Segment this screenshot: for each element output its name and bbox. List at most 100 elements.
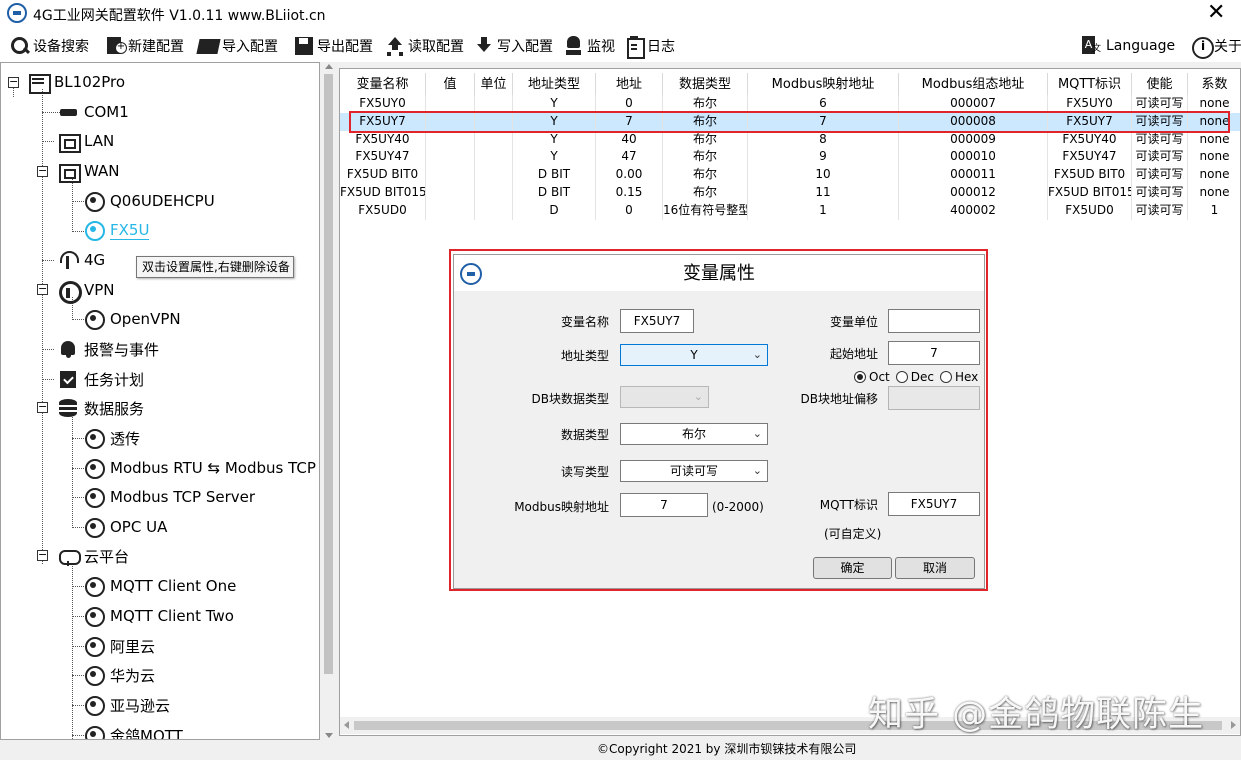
tree-node-mqtt-two[interactable]: MQTT Client Two (84, 603, 234, 629)
table-cell: FX5UD BIT015 (340, 184, 426, 202)
tree-node-aws[interactable]: 亚马逊云 (84, 692, 170, 718)
column-header[interactable]: Modbus组态地址 (899, 73, 1048, 97)
tree-line (42, 141, 54, 142)
table-row[interactable]: FX5UD BIT015 D BIT 0.15 布尔 11 000012 FX5UD BIT… (340, 184, 1240, 202)
tree-node-openvpn[interactable]: OpenVPN (84, 306, 181, 332)
tree-node-lan[interactable]: LAN (58, 128, 114, 154)
tree-line (72, 616, 84, 617)
collapse-toggle-icon[interactable]: − (37, 283, 48, 295)
column-header[interactable]: MQTT标识 (1048, 73, 1132, 97)
tree-line (72, 201, 84, 202)
collapse-toggle-icon[interactable]: − (8, 76, 19, 88)
cancel-button[interactable]: 取消 (895, 557, 975, 579)
table-cell: Y (513, 130, 596, 149)
scroll-down-arrow-icon[interactable] (325, 733, 333, 738)
table-cell: 布尔 (663, 148, 748, 167)
mqtt-id-input[interactable]: FX5UY7 (888, 492, 980, 516)
table-row[interactable]: FX5UD BIT0 D BIT 0.00 布尔 10 000011 FX5UD BIT0 可… (340, 166, 1240, 185)
clipboard-icon (623, 36, 645, 59)
tree-node-vpn[interactable]: VPN (58, 277, 115, 304)
collapse-toggle-icon[interactable]: − (37, 401, 48, 413)
tree-node-cloud[interactable]: 云平台 (58, 543, 129, 569)
write-config-button[interactable]: 写入配置 (473, 34, 553, 58)
table-cell: 8 (748, 130, 899, 149)
addr-type-select[interactable]: Y ⌄ (620, 344, 768, 366)
tree-node-opc-ua[interactable]: OPC UA (84, 514, 167, 540)
device-search-button[interactable]: 设备搜索 (9, 34, 89, 58)
chevron-down-icon: ⌄ (752, 427, 762, 440)
tree-node-jinge-mqtt[interactable]: 金鸽MQTT (84, 722, 183, 739)
info-icon (1190, 36, 1214, 59)
data-type-select[interactable]: 布尔 ⌄ (620, 423, 768, 445)
tree-node-aliyun[interactable]: 阿里云 (84, 633, 155, 659)
scroll-right-arrow-icon[interactable] (1231, 721, 1236, 729)
tree-line (72, 705, 84, 706)
table-cell: FX5UY47 (1048, 148, 1132, 167)
column-header[interactable]: 地址类型 (513, 73, 596, 97)
tree-node-modbus-rtu-tcp[interactable]: Modbus RTU ⇆ Modbus TCP (84, 455, 316, 481)
table-cell: none (1188, 166, 1240, 184)
rw-type-select[interactable]: 可读可写 ⌄ (620, 460, 768, 482)
column-header[interactable]: 变量名称 (340, 73, 426, 97)
new-config-button[interactable]: 新建配置 (104, 34, 184, 58)
var-unit-input[interactable] (888, 309, 980, 333)
tree-node-data-service[interactable]: 数据服务 (58, 395, 144, 421)
tree-scrollbar[interactable] (320, 62, 337, 740)
column-header[interactable]: Modbus映射地址 (748, 73, 899, 97)
scroll-up-arrow-icon[interactable] (325, 64, 333, 69)
log-button[interactable]: 日志 (623, 34, 675, 59)
radio-hex[interactable] (939, 371, 952, 383)
close-icon[interactable]: ✕ (1207, 0, 1225, 26)
column-header[interactable]: 数据类型 (663, 73, 748, 97)
scrollbar-thumb[interactable] (324, 74, 333, 674)
window-title: 4G工业网关配置软件 V1.0.11 www.BLiiot.cn (33, 8, 326, 24)
export-config-button[interactable]: 导出配置 (293, 34, 373, 58)
table-cell: 000010 (899, 148, 1048, 167)
tree-node-wan-q06udehcpu[interactable]: Q06UDEHCPU (84, 188, 215, 214)
table-cell (475, 148, 513, 167)
column-header[interactable]: 单位 (475, 73, 513, 97)
table-row[interactable]: FX5UY47 Y 47 布尔 9 000010 FX5UY47 可读可写 none (340, 148, 1240, 167)
monitor-button[interactable]: 监视 (563, 34, 615, 58)
start-addr-input[interactable]: 7 (888, 341, 980, 365)
radio-oct[interactable] (854, 371, 866, 383)
table-cell (475, 184, 513, 202)
tree-node-modbus-tcp-server[interactable]: Modbus TCP Server (84, 484, 255, 510)
read-config-button[interactable]: 读取配置 (384, 34, 464, 58)
tree-node-task[interactable]: 任务计划 (58, 366, 144, 392)
tree-node-huawei[interactable]: 华为云 (84, 662, 155, 688)
tree-node-wan[interactable]: WAN (58, 158, 120, 184)
collapse-toggle-icon[interactable]: − (37, 165, 48, 177)
language-button[interactable]: Language (1082, 34, 1175, 58)
modbus-map-input[interactable]: 7 (620, 493, 708, 517)
table-row[interactable]: FX5UD0 D 0 16位有符号整型 1 400002 FX5UD0 可读可写 1 (340, 201, 1240, 220)
tree-node-4g[interactable]: 4G (58, 247, 105, 273)
import-config-button[interactable]: 导入配置 (198, 34, 278, 58)
tree-line (72, 527, 84, 528)
column-header[interactable]: 地址 (596, 73, 663, 97)
selected-row-highlight-box (349, 111, 1230, 133)
gateway-icon (28, 72, 51, 94)
tree-node-mqtt-one[interactable]: MQTT Client One (84, 573, 236, 599)
column-header[interactable]: 使能 (1132, 73, 1188, 97)
title-bar: 4G工业网关配置软件 V1.0.11 www.BLiiot.cn ✕ (0, 0, 1241, 28)
tree-node-com1[interactable]: COM1 (58, 99, 129, 125)
table-cell: FX5UY40 (340, 130, 426, 149)
collapse-toggle-icon[interactable]: − (37, 549, 48, 561)
column-header[interactable]: 系数 (1188, 73, 1240, 97)
tree-node-root[interactable]: BL102Pro (28, 69, 125, 95)
start-addr-label: 起始地址 (829, 347, 878, 361)
radio-dec[interactable] (895, 371, 908, 383)
column-header[interactable]: 值 (426, 73, 475, 97)
tree-node-alarm[interactable]: 报警与事件 (58, 336, 159, 362)
tree-node-passthrough[interactable]: 透传 (84, 425, 140, 451)
table-cell: 可读可写 (1132, 148, 1188, 167)
var-name-input[interactable]: FX5UY7 (620, 309, 694, 333)
table-row[interactable]: FX5UY40 Y 40 布尔 8 000009 FX5UY40 可读可写 none (340, 130, 1240, 149)
scroll-left-arrow-icon[interactable] (344, 721, 349, 729)
ok-button[interactable]: 确定 (813, 557, 892, 579)
about-button[interactable]: 关于 (1190, 34, 1241, 59)
device-icon (84, 191, 105, 212)
app-window: 4G工业网关配置软件 V1.0.11 www.BLiiot.cn ✕ 设备搜索 … (0, 0, 1241, 760)
tree-node-wan-fx5u[interactable]: FX5U (84, 217, 150, 243)
